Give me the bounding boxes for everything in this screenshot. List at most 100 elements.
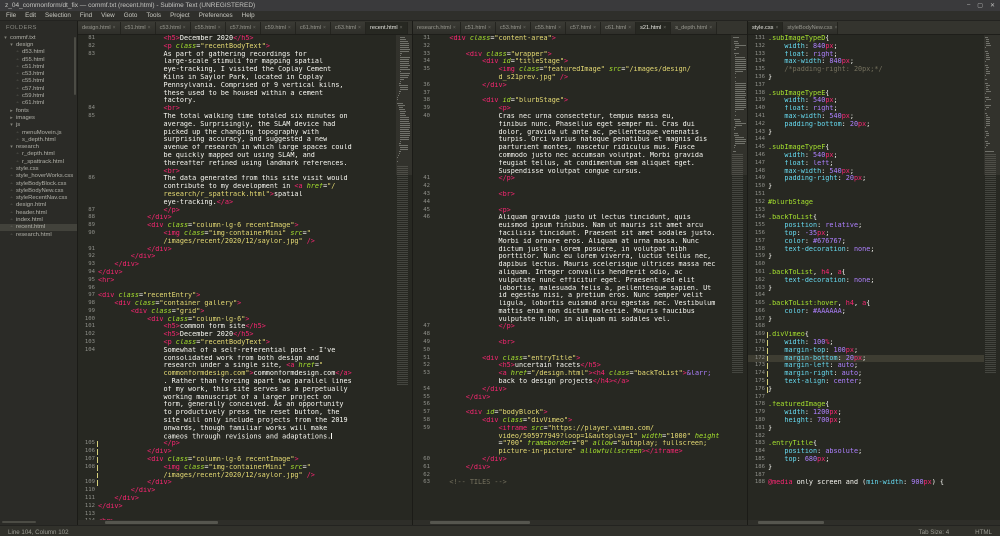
code-line[interactable]: 31 <div class="content-area"> (413, 35, 731, 43)
tab-c61-html[interactable]: c61.html× (601, 22, 636, 34)
menu-item-edit[interactable]: Edit (25, 12, 36, 19)
code-line[interactable]: 43 <br> (413, 191, 731, 199)
code-line[interactable]: 160 (748, 261, 984, 269)
tree-item-design[interactable]: ▾design (0, 41, 77, 48)
code-line[interactable]: vulputate nunc efficitur eget. Praesent … (413, 277, 731, 285)
menu-item-help[interactable]: Help (242, 12, 255, 19)
code-line[interactable]: 142 padding-bottom: 20px; (748, 121, 984, 129)
tree-item-menumovein-js[interactable]: ▫menuMovein.js (0, 129, 77, 136)
code-line[interactable]: 132 width: 840px; (748, 43, 984, 51)
code-line[interactable]: 165.backToList:hover, h4, a{ (748, 300, 984, 308)
tab-close-icon[interactable]: × (593, 25, 596, 31)
tab-close-icon[interactable]: × (288, 25, 291, 31)
code-line[interactable]: 44 (413, 199, 731, 207)
tree-item-c51-html[interactable]: ▫c51.html (0, 63, 77, 70)
code-line[interactable]: 60 </div> (413, 456, 731, 464)
menu-item-file[interactable]: File (6, 12, 16, 19)
code-line[interactable]: avenue of research in which large spaces… (78, 144, 396, 152)
code-line[interactable]: 86 The data generated from this site vis… (78, 175, 396, 183)
code-line[interactable]: 36 </div> (413, 82, 731, 90)
menu-item-preferences[interactable]: Preferences (199, 12, 233, 19)
code-line[interactable]: back to design projects</h4></a> (413, 378, 731, 386)
horizontal-scrollbar[interactable] (78, 520, 412, 525)
code-line[interactable]: 106 </div> (78, 448, 396, 456)
tab-c53-html[interactable]: c53.html× (496, 22, 531, 34)
code-line[interactable]: 155 position: relative; (748, 222, 984, 230)
code-line[interactable]: 50 (413, 347, 731, 355)
code-line[interactable]: 34 <div id="titleStage"> (413, 58, 731, 66)
code-line[interactable]: 168 (748, 323, 984, 331)
code-line[interactable]: vulputate nibh, in aliquam mi sodales ve… (413, 316, 731, 324)
code-line[interactable]: 144 (748, 136, 984, 144)
tab-c53-html[interactable]: c53.html× (156, 22, 191, 34)
code-area[interactable]: 81 <h5>December 2020</h5>82 <p class="re… (78, 35, 396, 520)
code-line[interactable]: 174 margin-right: auto; (748, 370, 984, 378)
tree-item-style-hoverworks-css[interactable]: ▫style_hoverWorks.css (0, 173, 77, 180)
minimize-button[interactable]: – (967, 2, 970, 9)
tab-s-depth-html[interactable]: s_depth.html× (671, 22, 717, 34)
code-line[interactable]: surprising accuracy, and suggested a new (78, 136, 396, 144)
code-line[interactable]: be quickly mapped out using SLAM, and (78, 152, 396, 160)
tree-item-header-html[interactable]: ▫header.html (0, 209, 77, 216)
code-line[interactable]: 110 </div> (78, 487, 396, 495)
code-line[interactable]: 157 color: #676767; (748, 238, 984, 246)
code-line[interactable]: 136} (748, 74, 984, 82)
tab-close-icon[interactable]: × (663, 25, 666, 31)
code-line[interactable]: 188@media only screen and (min-width: 90… (748, 479, 984, 487)
code-line[interactable]: porttitor. Nunc eu lorem viverra, luctus… (413, 253, 731, 261)
tab-close-icon[interactable]: × (709, 25, 712, 31)
code-line[interactable]: commodo justo nec accumsan volutpat. Mor… (413, 152, 731, 160)
tree-item-images[interactable]: ▸images (0, 114, 77, 121)
code-line[interactable]: 138.subImageTypeE{ (748, 90, 984, 98)
tab-close-icon[interactable]: × (834, 25, 837, 31)
tree-item-commf-txt[interactable]: ▾commf.txt (0, 34, 77, 41)
code-line[interactable]: 139 width: 540px; (748, 97, 984, 105)
tab-close-icon[interactable]: × (775, 25, 778, 31)
code-line[interactable]: 56 (413, 401, 731, 409)
tab-close-icon[interactable]: × (323, 25, 326, 31)
code-line[interactable]: 96 (78, 285, 396, 293)
code-line[interactable]: 103 <p class="recentBodyText"> (78, 339, 396, 347)
code-line[interactable]: 87 </p> (78, 207, 396, 215)
code-line[interactable]: turpis. Orci varius natoque penatibus et… (413, 136, 731, 144)
tree-item-research[interactable]: ▾research (0, 143, 77, 150)
tab-c63-html[interactable]: c63.html× (331, 22, 366, 34)
tree-item-stylebodyblock-css[interactable]: ▫styleBodyBlock.css (0, 180, 77, 187)
menu-item-project[interactable]: Project (170, 12, 190, 19)
horizontal-scrollbar[interactable] (748, 520, 1000, 525)
code-line[interactable]: /images/recent/2020/12/saylor.jpg" /> (78, 238, 396, 246)
code-area[interactable]: 31 <div class="content-area">3233 <div c… (413, 35, 731, 520)
code-line[interactable]: 84 <br> (78, 105, 396, 113)
code-line[interactable]: 37 (413, 90, 731, 98)
code-line[interactable]: 133 float: right; (748, 51, 984, 59)
close-button[interactable]: ✕ (990, 2, 995, 9)
code-line[interactable]: 109 </div> (78, 479, 396, 487)
tab-close-icon[interactable]: × (218, 25, 221, 31)
menu-item-view[interactable]: View (101, 12, 115, 19)
tree-item-style-css[interactable]: ▫style.css (0, 165, 77, 172)
code-line[interactable]: 91 </div> (78, 246, 396, 254)
code-line[interactable]: 146 width: 540px; (748, 152, 984, 160)
code-line[interactable]: picked up the changing topography with (78, 129, 396, 137)
tree-item-r-depth-html[interactable]: ▫r_depth.html (0, 151, 77, 158)
code-line[interactable]: 57 <div id="bodyBlock"> (413, 409, 731, 417)
tab-design-html[interactable]: design.html× (78, 22, 121, 34)
code-line[interactable]: picture-in-picture" allowfullscreen></if… (413, 448, 731, 456)
code-line[interactable]: 92 </div> (78, 253, 396, 261)
code-line[interactable]: 163} (748, 285, 984, 293)
tree-item-c57-html[interactable]: ▫c57.html (0, 85, 77, 92)
code-line[interactable]: 105 </p> (78, 440, 396, 448)
code-line[interactable]: 104 Somewhat of a self-referential post … (78, 347, 396, 355)
menu-item-selection[interactable]: Selection (45, 12, 71, 19)
syntax-indicator[interactable]: HTML (975, 529, 992, 536)
code-line[interactable]: 152#blurbStage (748, 199, 984, 207)
code-line[interactable]: Pennsylvania. Comprised of 9 vertical ki… (78, 82, 396, 90)
code-line[interactable]: ="700" frameborder="0" allow="autoplay; … (413, 440, 731, 448)
code-line[interactable]: ligula, lobortis euismod arcu egestas ne… (413, 300, 731, 308)
code-line[interactable]: 89 <div class="column-lg-6 recentImage"> (78, 222, 396, 230)
code-line[interactable]: 161.backToList, h4, a{ (748, 269, 984, 277)
code-line[interactable]: 61 </div> (413, 464, 731, 472)
code-line[interactable]: 113 (78, 511, 396, 519)
code-line[interactable]: lobortis, malesuada felis a, pellentesqu… (413, 285, 731, 293)
tab-close-icon[interactable]: × (488, 25, 491, 31)
